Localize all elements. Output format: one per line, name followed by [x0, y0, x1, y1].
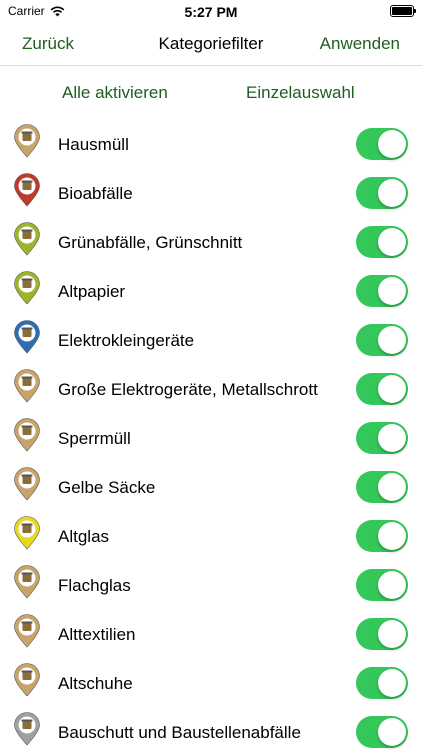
- toggle-knob: [378, 522, 406, 550]
- yellow-bag-pin-icon: [14, 467, 40, 501]
- category-list: Hausmüll Bioabfälle Grünabfälle, Grünschni…: [0, 120, 422, 750]
- category-toggle[interactable]: [356, 471, 408, 503]
- category-label: Gelbe Säcke: [58, 478, 156, 497]
- bio-waste-pin-icon: [14, 173, 40, 207]
- category-toggle[interactable]: [356, 324, 408, 356]
- trash-bin-pin-icon: [14, 124, 40, 158]
- list-item: Bauschutt und Baustellenabfälle: [0, 708, 422, 750]
- category-label: Bioabfälle: [58, 184, 133, 203]
- list-item: Große Elektrogeräte, Metallschrott: [0, 365, 422, 414]
- toggle-knob: [378, 228, 406, 256]
- navigation-bar: Zurück Kategoriefilter Anwenden: [0, 24, 422, 66]
- shoes-pin-icon: [14, 663, 40, 697]
- green-waste-pin-icon: [14, 222, 40, 256]
- category-toggle[interactable]: [356, 226, 408, 258]
- category-toggle[interactable]: [356, 275, 408, 307]
- category-label: Sperrmüll: [58, 429, 131, 448]
- category-label: Bauschutt und Baustellenabfälle: [58, 723, 301, 742]
- category-toggle[interactable]: [356, 520, 408, 552]
- small-electronics-pin-icon: [14, 320, 40, 354]
- list-item: Altschuhe: [0, 659, 422, 708]
- list-item: Alttextilien: [0, 610, 422, 659]
- category-toggle[interactable]: [356, 667, 408, 699]
- list-item: Hausmüll: [0, 120, 422, 169]
- bulky-waste-pin-icon: [14, 418, 40, 452]
- category-label: Altschuhe: [58, 674, 133, 693]
- category-toggle[interactable]: [356, 569, 408, 601]
- toggle-knob: [378, 130, 406, 158]
- list-item: Sperrmüll: [0, 414, 422, 463]
- category-label: Alttextilien: [58, 625, 136, 644]
- toggle-knob: [378, 326, 406, 354]
- list-item: Flachglas: [0, 561, 422, 610]
- textiles-pin-icon: [14, 614, 40, 648]
- list-item: Grünabfälle, Grünschnitt: [0, 218, 422, 267]
- category-label: Hausmüll: [58, 135, 129, 154]
- list-item: Altglas: [0, 512, 422, 561]
- toggle-knob: [378, 620, 406, 648]
- category-toggle[interactable]: [356, 177, 408, 209]
- list-item: Bioabfälle: [0, 169, 422, 218]
- single-select-button[interactable]: Einzelauswahl: [246, 83, 355, 103]
- toggle-knob: [378, 718, 406, 746]
- paper-pin-icon: [14, 271, 40, 305]
- category-toggle[interactable]: [356, 716, 408, 748]
- enable-all-button[interactable]: Alle aktivieren: [62, 83, 168, 103]
- battery-icon: [390, 5, 416, 17]
- toggle-knob: [378, 473, 406, 501]
- category-toggle[interactable]: [356, 422, 408, 454]
- category-label: Große Elektrogeräte, Metallschrott: [58, 380, 318, 399]
- glass-pin-icon: [14, 516, 40, 550]
- flat-glass-pin-icon: [14, 565, 40, 599]
- toggle-knob: [378, 669, 406, 697]
- filter-actions: Alle aktivieren Einzelauswahl: [0, 66, 422, 120]
- category-label: Flachglas: [58, 576, 131, 595]
- toggle-knob: [378, 179, 406, 207]
- toggle-knob: [378, 424, 406, 452]
- toggle-knob: [378, 375, 406, 403]
- clock: 5:27 PM: [184, 4, 238, 20]
- apply-button[interactable]: Anwenden: [320, 34, 400, 54]
- list-item: Elektrokleingeräte: [0, 316, 422, 365]
- toggle-knob: [378, 571, 406, 599]
- list-item: Altpapier: [0, 267, 422, 316]
- category-label: Grünabfälle, Grünschnitt: [58, 233, 243, 252]
- large-electronics-pin-icon: [14, 369, 40, 403]
- category-label: Altpapier: [58, 282, 126, 301]
- status-bar: Carrier 5:27 PM: [0, 0, 422, 24]
- category-label: Altglas: [58, 527, 110, 546]
- category-label: Elektrokleingeräte: [58, 331, 195, 350]
- category-toggle[interactable]: [356, 373, 408, 405]
- construction-waste-pin-icon: [14, 712, 40, 746]
- list-item: Gelbe Säcke: [0, 463, 422, 512]
- toggle-knob: [378, 277, 406, 305]
- category-toggle[interactable]: [356, 618, 408, 650]
- category-toggle[interactable]: [356, 128, 408, 160]
